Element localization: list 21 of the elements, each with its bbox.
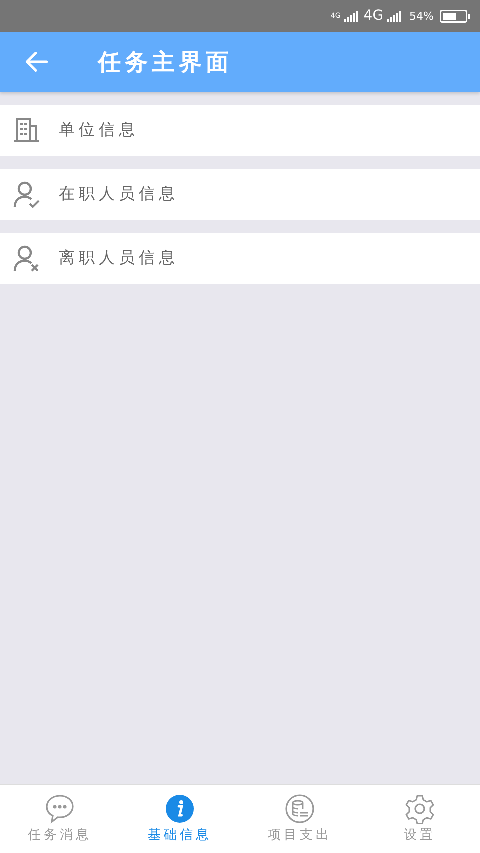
nav-tab[interactable]: 任务消息 [0, 785, 120, 853]
database-icon [285, 794, 315, 824]
signal-icon [386, 10, 401, 22]
network-label: 4G [364, 8, 384, 24]
settings-icon [405, 794, 435, 824]
menu-item[interactable]: 在职人员信息 [0, 169, 480, 220]
chat-bubble-icon [45, 794, 75, 824]
battery-icon [440, 10, 470, 22]
menu-item[interactable]: 离职人员信息 [0, 233, 480, 284]
info-icon [165, 794, 195, 824]
nav-tab[interactable]: 基础信息 [120, 785, 240, 853]
user-x-icon [13, 244, 41, 272]
user-check-icon [13, 180, 41, 208]
menu-item[interactable]: 单位信息 [0, 105, 480, 156]
signal-icon [344, 10, 358, 22]
battery-percent: 54% [410, 10, 434, 22]
screen-title: 任务主界面 [98, 48, 233, 78]
back-arrow-icon[interactable] [24, 49, 50, 75]
building-icon [13, 116, 41, 144]
nav-tab[interactable]: 项目支出 [240, 785, 360, 853]
nav-tab[interactable]: 设置 [360, 785, 480, 853]
